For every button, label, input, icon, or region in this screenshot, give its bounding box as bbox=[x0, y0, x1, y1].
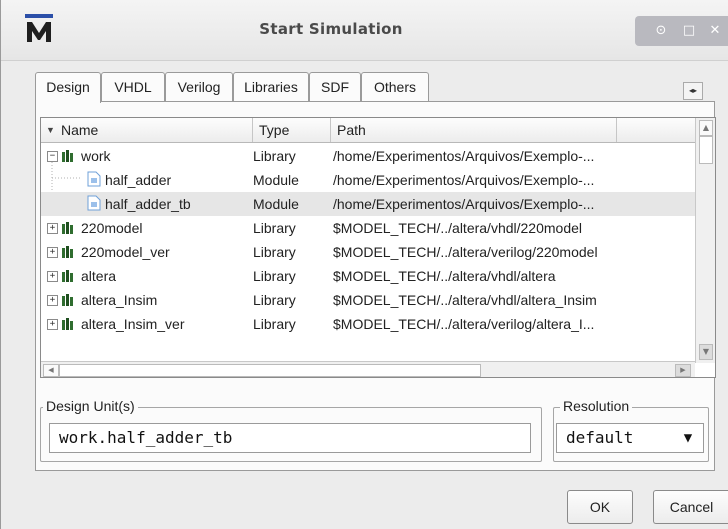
table-row[interactable]: + altera_Insim Library $MODEL_TECH/../al… bbox=[41, 288, 695, 312]
row-path: $MODEL_TECH/../altera/verilog/220model bbox=[333, 244, 598, 260]
table-header: ▼ Name Type Path bbox=[41, 118, 695, 143]
table-row-selected[interactable]: half_adder_tb Module /home/Experimentos/… bbox=[41, 192, 695, 216]
tab-vhdl[interactable]: VHDL bbox=[101, 72, 165, 102]
library-icon bbox=[62, 318, 73, 330]
title-bar[interactable]: Start Simulation ⊙ □ ✕ bbox=[1, 0, 728, 61]
library-icon bbox=[62, 294, 73, 306]
row-name: altera_Insim bbox=[81, 292, 158, 308]
library-icon bbox=[62, 222, 73, 234]
tab-sdf[interactable]: SDF bbox=[309, 72, 361, 102]
table-row[interactable]: + altera Library $MODEL_TECH/../altera/v… bbox=[41, 264, 695, 288]
row-type: Library bbox=[253, 220, 296, 236]
column-header-path[interactable]: Path bbox=[331, 118, 617, 142]
tab-design[interactable]: Design bbox=[35, 72, 101, 103]
dropdown-arrow-icon[interactable]: ▼ bbox=[673, 424, 703, 452]
row-name: 220model_ver bbox=[81, 244, 170, 260]
row-path: $MODEL_TECH/../altera/vhdl/altera bbox=[333, 268, 556, 284]
library-icon bbox=[62, 246, 73, 258]
row-path: /home/Experimentos/Arquivos/Exemplo-... bbox=[333, 172, 595, 188]
row-name: altera_Insim_ver bbox=[81, 316, 185, 332]
row-name: altera bbox=[81, 268, 117, 284]
table-row[interactable]: + 220model Library $MODEL_TECH/../altera… bbox=[41, 216, 695, 240]
row-type: Library bbox=[253, 148, 296, 164]
module-icon bbox=[87, 195, 101, 211]
scroll-right-icon[interactable]: ▶ bbox=[675, 364, 691, 377]
window-title: Start Simulation bbox=[259, 20, 403, 38]
window-controls: ⊙ □ ✕ bbox=[635, 16, 728, 46]
row-path: $MODEL_TECH/../altera/vhdl/220model bbox=[333, 220, 582, 236]
tab-libraries[interactable]: Libraries bbox=[233, 72, 309, 102]
design-units-group: Design Unit(s) work.half_adder_tb bbox=[40, 398, 542, 462]
tab-verilog[interactable]: Verilog bbox=[165, 72, 233, 102]
row-path: $MODEL_TECH/../altera/verilog/altera_I..… bbox=[333, 316, 595, 332]
row-type: Library bbox=[253, 292, 296, 308]
tab-others[interactable]: Others bbox=[361, 72, 429, 102]
column-name-label: Name bbox=[61, 122, 99, 138]
table-row[interactable]: − work Library /home/Experimentos/Arquiv… bbox=[41, 144, 695, 168]
vertical-scrollbar[interactable]: ▲ ▼ bbox=[695, 118, 715, 363]
tab-scroll-arrows-icon[interactable]: ◂▸ bbox=[683, 82, 703, 100]
table-row[interactable]: + altera_Insim_ver Library $MODEL_TECH/.… bbox=[41, 312, 695, 336]
column-header-type[interactable]: Type bbox=[253, 118, 331, 142]
design-unit-input[interactable]: work.half_adder_tb bbox=[49, 423, 531, 453]
row-type: Library bbox=[253, 316, 296, 332]
close-icon[interactable]: ✕ bbox=[705, 21, 725, 41]
scroll-up-icon[interactable]: ▲ bbox=[699, 120, 713, 136]
row-path: /home/Experimentos/Arquivos/Exemplo-... bbox=[333, 196, 595, 212]
scroll-left-icon[interactable]: ◀ bbox=[43, 364, 59, 377]
row-name: half_adder_tb bbox=[105, 196, 191, 212]
column-header-spacer bbox=[617, 118, 695, 142]
cancel-button[interactable]: Cancel bbox=[653, 490, 728, 524]
expand-icon[interactable]: + bbox=[47, 319, 58, 330]
row-type: Module bbox=[253, 196, 299, 212]
horizontal-scrollbar[interactable]: ◀ ▶ bbox=[41, 361, 695, 377]
row-name: half_adder bbox=[105, 172, 172, 188]
row-path: /home/Experimentos/Arquivos/Exemplo-... bbox=[333, 148, 595, 164]
scroll-down-icon[interactable]: ▼ bbox=[699, 344, 713, 360]
resolution-value: default bbox=[566, 428, 634, 447]
ok-button[interactable]: OK bbox=[567, 490, 633, 524]
maximize-icon[interactable]: □ bbox=[679, 21, 699, 41]
expand-icon[interactable]: + bbox=[47, 247, 58, 258]
design-tree-table[interactable]: ▼ Name Type Path − work Library /home/Ex… bbox=[40, 117, 716, 378]
row-type: Module bbox=[253, 172, 299, 188]
row-name: work bbox=[81, 148, 111, 164]
table-row[interactable]: + 220model_ver Library $MODEL_TECH/../al… bbox=[41, 240, 695, 264]
resolution-select[interactable]: default ▼ bbox=[556, 423, 704, 453]
row-path: $MODEL_TECH/../altera/vhdl/altera_Insim bbox=[333, 292, 597, 308]
row-type: Library bbox=[253, 268, 296, 284]
start-simulation-window: Start Simulation ⊙ □ ✕ Design VHDL Veril… bbox=[0, 0, 728, 529]
library-icon bbox=[62, 270, 73, 282]
table-row[interactable]: half_adder Module /home/Experimentos/Arq… bbox=[41, 168, 695, 192]
expand-icon[interactable]: + bbox=[47, 271, 58, 282]
resolution-label: Resolution bbox=[560, 398, 633, 414]
column-header-name[interactable]: ▼ Name bbox=[41, 118, 253, 142]
library-icon bbox=[62, 150, 73, 162]
design-units-label: Design Unit(s) bbox=[43, 398, 138, 414]
window-up-icon[interactable]: ⊙ bbox=[651, 21, 671, 41]
vertical-scroll-thumb[interactable] bbox=[699, 136, 713, 164]
row-type: Library bbox=[253, 244, 296, 260]
horizontal-scroll-thumb[interactable] bbox=[59, 364, 481, 377]
module-icon bbox=[87, 171, 101, 187]
sort-arrow-icon: ▼ bbox=[46, 125, 55, 135]
expand-icon[interactable]: + bbox=[47, 223, 58, 234]
expand-icon[interactable]: + bbox=[47, 295, 58, 306]
resolution-group: Resolution default ▼ bbox=[553, 398, 709, 462]
row-name: 220model bbox=[81, 220, 143, 236]
collapse-icon[interactable]: − bbox=[47, 151, 58, 162]
